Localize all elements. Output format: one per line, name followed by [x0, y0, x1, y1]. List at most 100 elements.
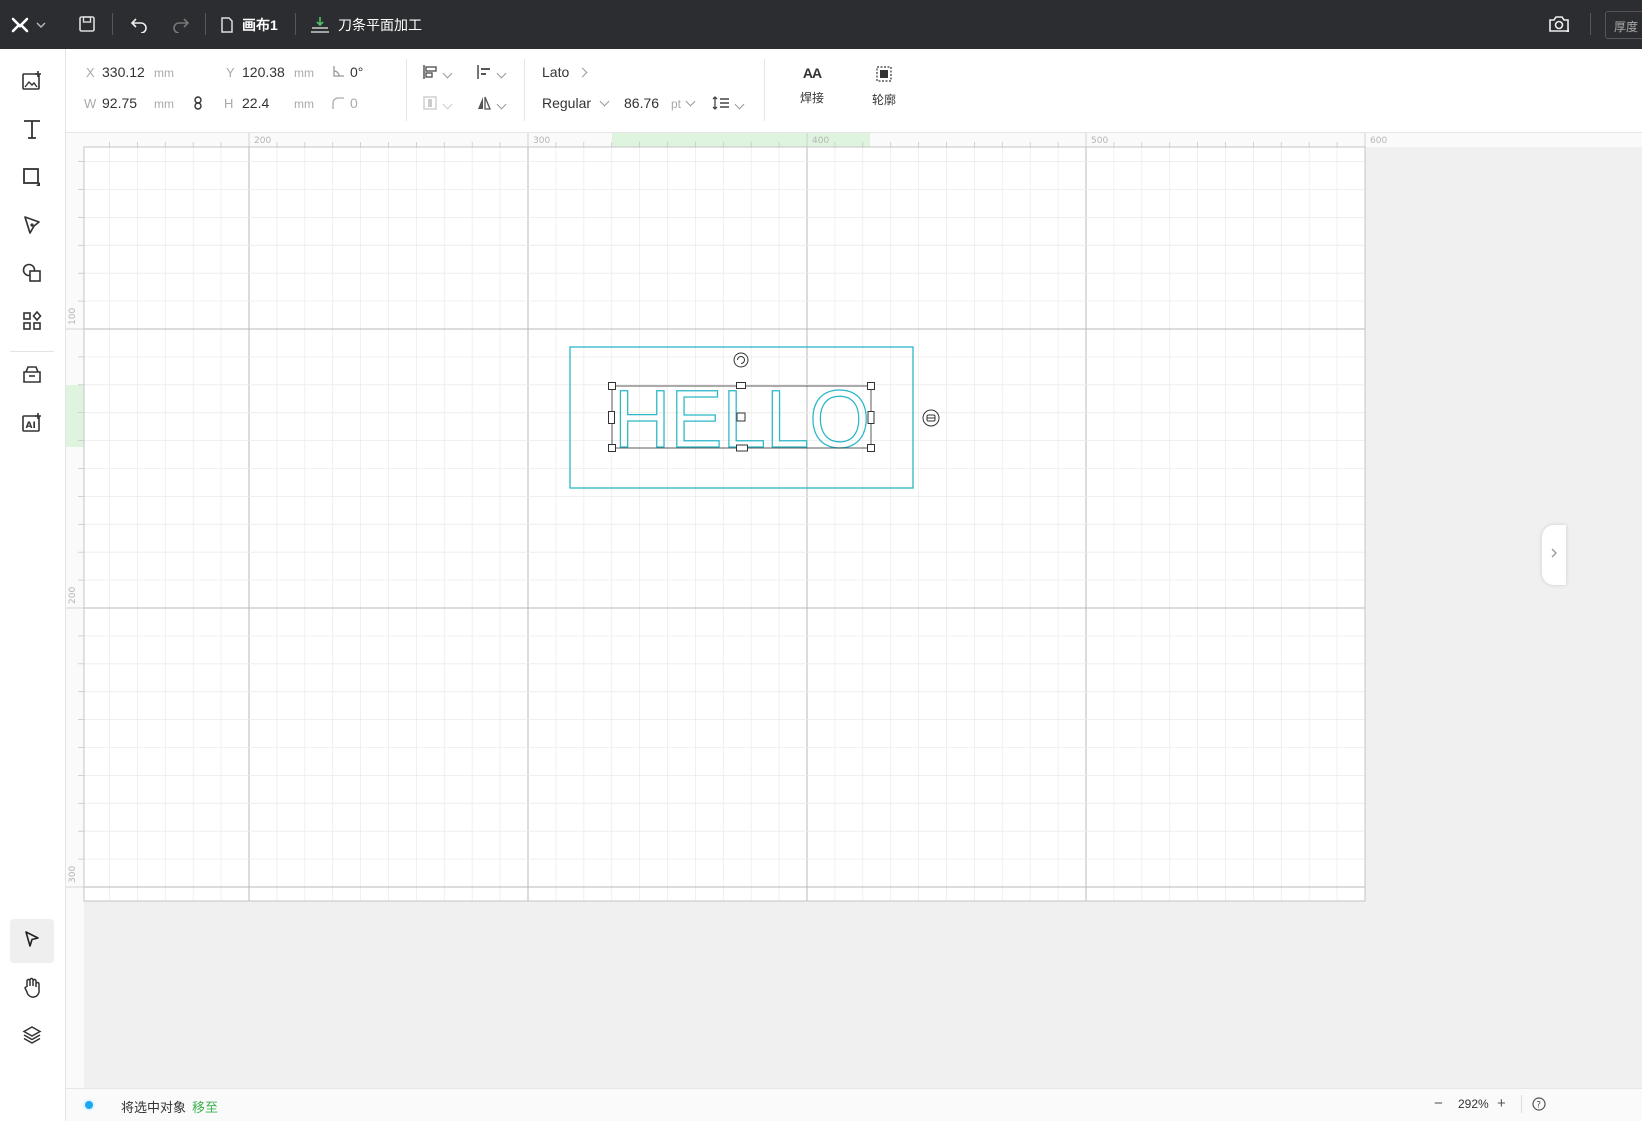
divider [1521, 1095, 1522, 1113]
weld-label: 焊接 [799, 91, 824, 105]
status-message: 将选中对象 [121, 1100, 187, 1115]
font-family-selector[interactable]: Lato [542, 64, 588, 80]
corner-radius-input[interactable]: 0 [350, 95, 358, 111]
font-size-input[interactable]: 86.76 [624, 95, 659, 111]
distribute-dropdown[interactable] [476, 64, 507, 83]
ruler-label-200: 200 [254, 136, 271, 146]
image-tool-button[interactable] [10, 61, 54, 105]
font-family-value: Lato [542, 64, 570, 80]
weld-button[interactable]: AA 焊接 [784, 65, 840, 106]
process-mode-selector[interactable]: 刀条平面加工 [310, 0, 422, 49]
divider [1590, 13, 1591, 35]
canvas-svg: 200 300 400 500 600 100 200 300 HELLO [66, 133, 1642, 1088]
ruler-label-300: 300 [533, 136, 550, 146]
status-bar: 将选中对象 移至 − 292% + ? [66, 1088, 1642, 1121]
ruler-label-v300: 300 [68, 866, 78, 883]
chevron-down-icon [496, 99, 507, 110]
title-bar: 画布1 刀条平面加工 厚度 [0, 0, 1642, 49]
height-input[interactable]: 22.4 [242, 95, 269, 111]
rectangle-icon [21, 166, 43, 193]
ai-image-button[interactable]: AI [10, 403, 54, 447]
x-input[interactable]: 330.12 [102, 64, 145, 80]
ruler-highlight-x [612, 133, 870, 147]
link-ratio-icon[interactable] [193, 96, 203, 113]
shapes-library-button[interactable] [10, 253, 54, 297]
move-to-link[interactable]: 移至 [192, 1097, 218, 1116]
chevron-down-icon [599, 96, 610, 107]
chevron-right-icon [577, 67, 588, 78]
outline-label: 轮廓 [871, 93, 896, 107]
outline-button[interactable]: 轮廓 [856, 65, 912, 108]
divider [524, 59, 525, 121]
flip-horizontal-icon [478, 96, 491, 110]
add-image-icon [21, 70, 43, 97]
select-tool-button[interactable] [10, 919, 54, 963]
left-ruler [66, 133, 84, 1088]
zoom-level[interactable]: 292% [1458, 1097, 1489, 1111]
chevron-down-icon [685, 96, 696, 107]
chevron-down-icon [496, 68, 507, 79]
undo-icon[interactable] [129, 15, 149, 33]
process-mode-label: 刀条平面加工 [338, 16, 422, 33]
save-icon[interactable] [78, 15, 96, 33]
layers-icon [22, 1025, 42, 1050]
zoom-in-button[interactable]: + [1497, 1095, 1506, 1112]
canvas-area[interactable]: 200 300 400 500 600 100 200 300 HELLO [66, 133, 1642, 1088]
help-icon[interactable]: ? [1532, 1097, 1546, 1114]
camera-icon[interactable] [1548, 14, 1570, 34]
pen-tool-button[interactable] [10, 205, 54, 249]
left-toolbar: AI [0, 49, 66, 1121]
y-label: Y [226, 65, 235, 80]
chevron-down-icon [442, 68, 453, 79]
angle-icon [332, 65, 345, 81]
divider [406, 59, 407, 121]
file-tab[interactable]: 画布1 [220, 0, 278, 49]
outline-icon [875, 66, 893, 86]
y-input[interactable]: 120.38 [242, 64, 285, 80]
width-input[interactable]: 92.75 [102, 95, 137, 111]
rotate-handle-icon[interactable] [733, 352, 749, 368]
line-spacing-dropdown[interactable] [712, 95, 745, 114]
text-icon [21, 118, 43, 145]
layers-button[interactable] [10, 1015, 54, 1059]
flip-dropdown[interactable] [476, 95, 507, 114]
w-label: W [84, 96, 97, 111]
arrange-dropdown[interactable] [422, 95, 453, 114]
file-name: 画布1 [242, 16, 278, 33]
thickness-button[interactable]: 厚度 [1605, 11, 1642, 39]
apps-grid-icon [21, 310, 43, 337]
hand-icon [22, 976, 42, 1003]
blade-flat-processing-icon [310, 16, 330, 34]
document-icon [220, 16, 234, 33]
folder-icon [21, 364, 43, 391]
align-dropdown[interactable] [422, 64, 453, 83]
font-size-unit-dropdown[interactable]: pt [671, 96, 696, 111]
ruler-label-v100: 100 [68, 308, 78, 325]
h-unit: mm [294, 97, 314, 111]
shape-tool-button[interactable] [10, 157, 54, 201]
ruler-label-v200: 200 [68, 587, 78, 604]
h-label: H [224, 96, 234, 111]
material-library-button[interactable] [10, 355, 54, 399]
pointer-icon [23, 930, 41, 953]
text-tool-button[interactable] [10, 109, 54, 153]
svg-text:AI: AI [26, 421, 36, 431]
align-left-objects-icon [423, 65, 437, 79]
align-text-left-icon [477, 65, 490, 79]
elements-button[interactable] [10, 301, 54, 345]
hand-tool-button[interactable] [10, 967, 54, 1011]
divider [112, 13, 113, 35]
group-icon [423, 96, 437, 110]
zoom-out-button[interactable]: − [1434, 1095, 1443, 1112]
font-style-value: Regular [542, 95, 592, 111]
redo-icon[interactable] [171, 15, 191, 33]
thickness-label: 厚度 [1614, 20, 1639, 34]
chevron-down-icon [36, 21, 46, 29]
rotation-input[interactable]: 0° [350, 64, 363, 80]
font-style-dropdown[interactable]: Regular [542, 95, 610, 111]
shapes-icon [21, 262, 43, 289]
object-menu-handle-icon[interactable] [922, 409, 940, 427]
ruler-highlight-y [66, 385, 84, 447]
app-menu-button[interactable] [10, 0, 46, 49]
right-panel-toggle[interactable] [1542, 525, 1566, 585]
